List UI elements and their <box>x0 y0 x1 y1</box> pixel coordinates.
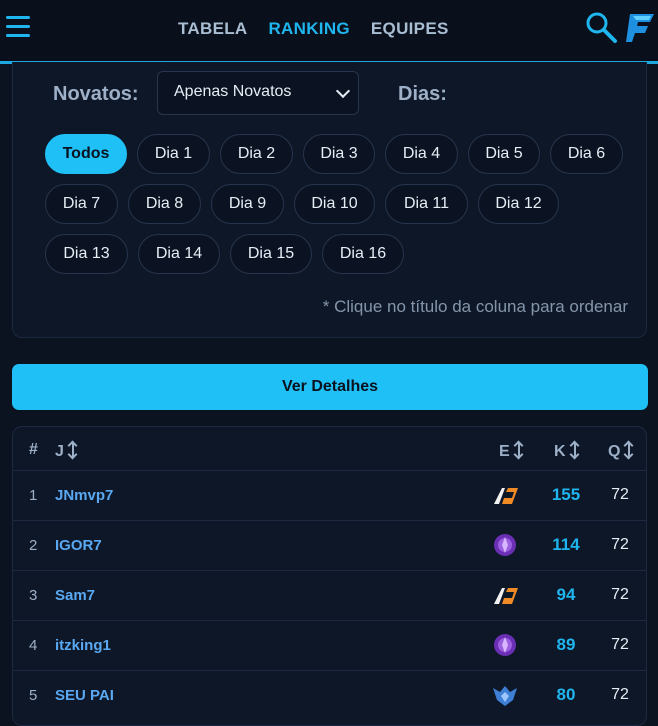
player-name[interactable]: Sam7 <box>55 587 95 604</box>
search-icon[interactable] <box>584 10 618 44</box>
day-pill-7[interactable]: Dia 7 <box>45 184 118 224</box>
day-pill-4[interactable]: Dia 4 <box>385 134 458 174</box>
team-logo-white-orange-icon <box>494 488 518 504</box>
day-pill-14[interactable]: Dia 14 <box>138 234 220 274</box>
kills-cell: 94 <box>556 585 576 604</box>
sort-icon <box>513 441 524 460</box>
novatos-select-value: Apenas Novatos <box>174 83 292 100</box>
q-cell: 72 <box>611 636 629 653</box>
day-pill-1[interactable]: Dia 1 <box>137 134 210 174</box>
ranking-table: # J E K Q 1 JNmvp7 155 72 2 IGOR7 114 72… <box>12 426 647 726</box>
q-cell: 72 <box>611 686 629 703</box>
kills-cell: 89 <box>556 635 576 654</box>
sort-icon <box>67 441 78 460</box>
day-pill-8[interactable]: Dia 8 <box>128 184 201 224</box>
top-header: TABELA RANKING EQUIPES <box>0 0 658 64</box>
header-player[interactable]: J <box>55 441 78 461</box>
header-team[interactable]: E <box>499 441 524 461</box>
rank-cell: 4 <box>29 637 38 654</box>
q-cell: 72 <box>611 536 629 553</box>
novatos-label: Novatos: <box>53 83 139 105</box>
header-q[interactable]: Q <box>608 441 634 461</box>
nav-ranking[interactable]: RANKING <box>268 19 349 39</box>
day-pill-3[interactable]: Dia 3 <box>303 134 375 174</box>
day-pill-9[interactable]: Dia 9 <box>211 184 284 224</box>
table-row: 1 JNmvp7 155 72 <box>13 470 646 521</box>
rank-cell: 2 <box>29 537 38 554</box>
table-row: 4 itzking1 89 72 <box>13 620 646 671</box>
player-name[interactable]: itzking1 <box>55 637 111 654</box>
main-nav: TABELA RANKING EQUIPES <box>178 19 449 39</box>
novatos-select[interactable]: Apenas Novatos <box>157 71 359 115</box>
q-cell: 72 <box>611 486 629 503</box>
player-name[interactable]: IGOR7 <box>55 537 102 554</box>
rank-cell: 3 <box>29 587 38 604</box>
player-name[interactable]: SEU PAI <box>55 687 114 704</box>
sort-icon <box>569 441 580 460</box>
team-logo-white-orange-icon <box>494 588 518 604</box>
header-kills[interactable]: K <box>554 441 580 461</box>
kills-cell: 114 <box>552 535 580 554</box>
header-rank: # <box>29 441 38 458</box>
team-logo-purple-icon <box>494 534 516 556</box>
team-logo-purple-icon <box>494 634 516 656</box>
day-pill-15[interactable]: Dia 15 <box>230 234 312 274</box>
day-pill-12[interactable]: Dia 12 <box>478 184 559 224</box>
rank-cell: 1 <box>29 487 38 504</box>
chevron-down-icon <box>335 83 351 99</box>
day-pill-6[interactable]: Dia 6 <box>550 134 623 174</box>
kills-cell: 155 <box>551 485 581 504</box>
menu-icon[interactable] <box>6 16 30 42</box>
details-button[interactable]: Ver Detalhes <box>12 364 648 410</box>
nav-tabela[interactable]: TABELA <box>178 19 247 39</box>
day-pill-16[interactable]: Dia 16 <box>322 234 404 274</box>
table-row: 5 SEU PAI 80 72 <box>13 670 646 721</box>
free-fire-logo-icon <box>626 14 654 42</box>
day-pill-11[interactable]: Dia 11 <box>385 184 468 224</box>
sort-icon <box>624 441 634 460</box>
day-pill-2[interactable]: Dia 2 <box>220 134 293 174</box>
rank-cell: 5 <box>29 687 38 704</box>
table-row: 3 Sam7 94 72 <box>13 570 646 621</box>
dias-label: Dias: <box>398 83 447 105</box>
day-pill-10[interactable]: Dia 10 <box>294 184 375 224</box>
day-pill-5[interactable]: Dia 5 <box>468 134 540 174</box>
team-logo-blue-icon <box>493 686 517 706</box>
kills-cell: 80 <box>556 685 576 704</box>
day-pill-todos[interactable]: Todos <box>45 134 127 174</box>
sort-hint: * Clique no título da coluna para ordena… <box>322 297 628 316</box>
player-name[interactable]: JNmvp7 <box>55 487 113 504</box>
day-pill-13[interactable]: Dia 13 <box>45 234 128 274</box>
table-row: 2 IGOR7 114 72 <box>13 520 646 571</box>
q-cell: 72 <box>611 586 629 603</box>
nav-equipes[interactable]: EQUIPES <box>371 19 449 39</box>
